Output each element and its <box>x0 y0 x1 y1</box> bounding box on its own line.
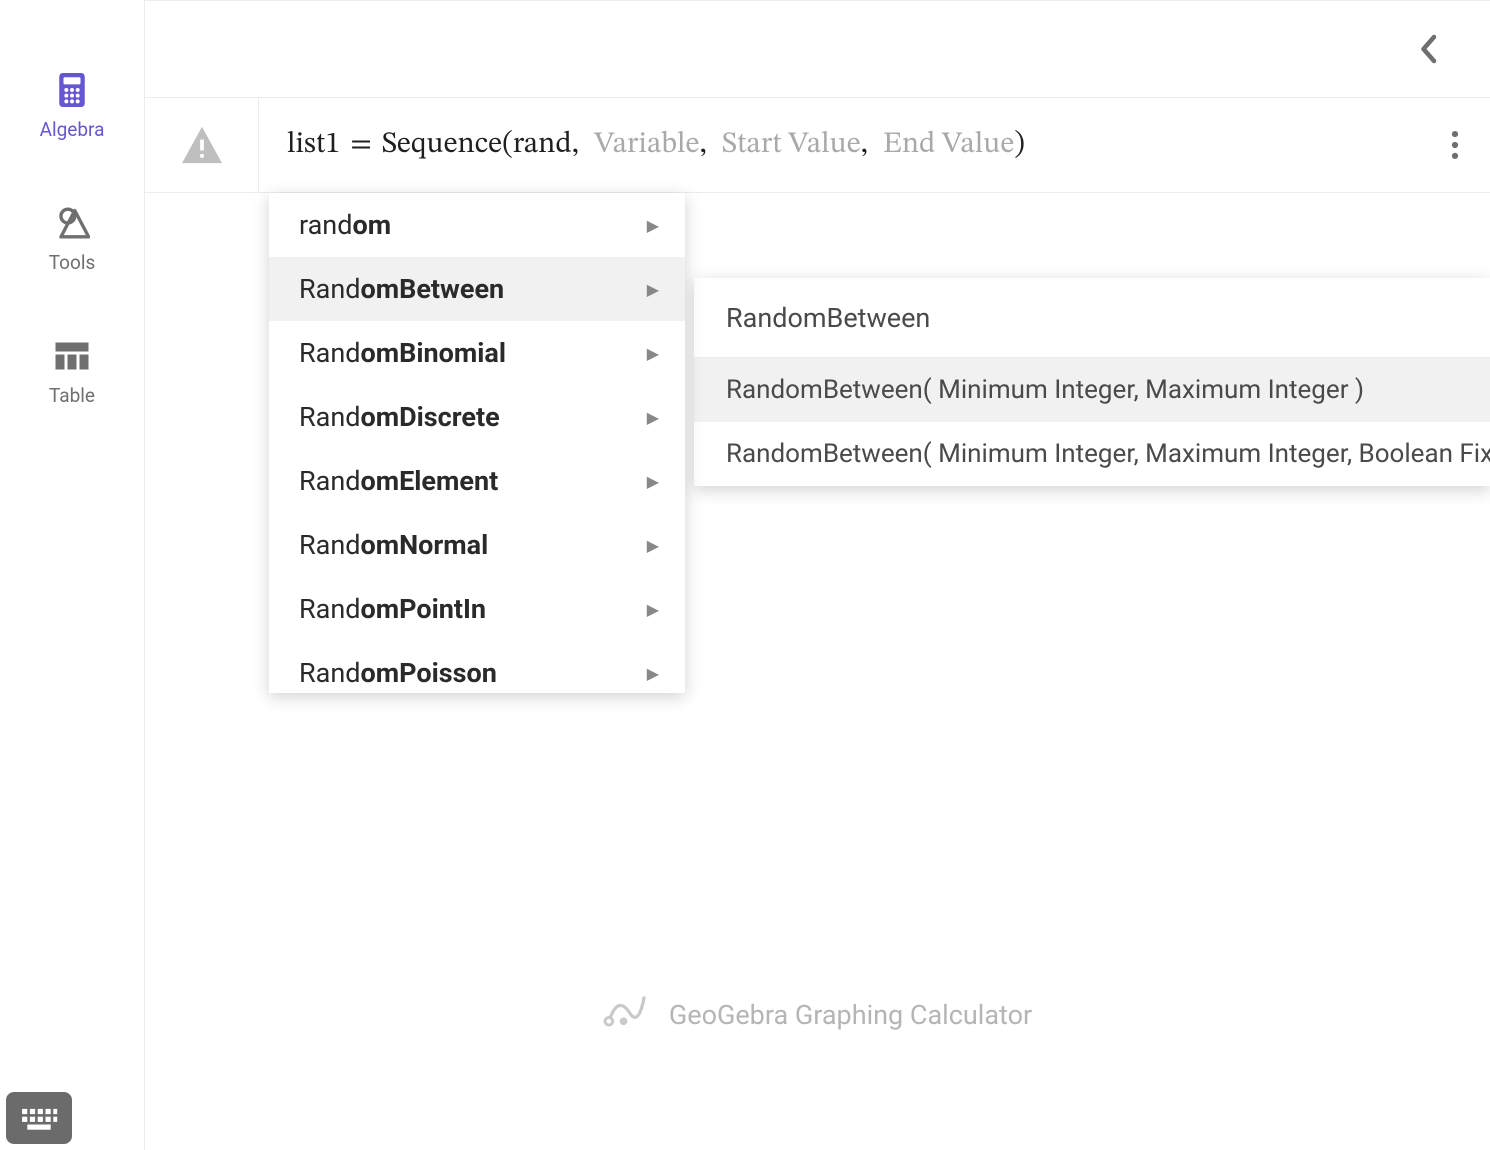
sidebar-item-algebra[interactable]: Algebra <box>0 72 144 141</box>
expr-comma: , <box>861 126 883 164</box>
warning-icon <box>180 125 224 165</box>
keyboard-icon <box>19 1105 59 1131</box>
autocomplete-item[interactable]: RandomBinomial ▶ <box>269 321 685 385</box>
autocomplete-item[interactable]: random ▶ <box>269 193 685 257</box>
virtual-keyboard-button[interactable] <box>6 1092 72 1144</box>
expr-comma: , <box>699 126 721 164</box>
expr-arg: rand <box>513 126 572 164</box>
chevron-right-icon: ▶ <box>647 280 659 299</box>
chevron-right-icon: ▶ <box>647 472 659 491</box>
more-vert-icon <box>1451 131 1459 159</box>
expr-close-paren: ) <box>1014 126 1025 164</box>
expr-arg-placeholder: Variable <box>594 126 699 164</box>
table-icon <box>54 338 90 374</box>
syntax-variant[interactable]: RandomBetween( Minimum Integer, Maximum … <box>694 358 1490 422</box>
chevron-right-icon: ▶ <box>647 216 659 235</box>
sidebar-item-table[interactable]: Table <box>0 338 144 407</box>
sidebar-item-label: Tools <box>49 251 96 274</box>
expression-input[interactable]: list1 = Sequence ( rand , Variable , Sta… <box>259 98 1420 192</box>
expr-fn: Sequence <box>382 126 502 164</box>
chevron-right-icon: ▶ <box>647 408 659 427</box>
autocomplete-item[interactable]: RandomDiscrete ▶ <box>269 385 685 449</box>
syntax-panel-title: RandomBetween <box>694 278 1490 358</box>
branding-text: GeoGebra Graphing Calculator <box>669 999 1032 1031</box>
chevron-right-icon: ▶ <box>647 664 659 683</box>
left-sidebar: Algebra Tools Table <box>0 0 145 1150</box>
calculator-icon <box>54 72 90 108</box>
branding: GeoGebra Graphing Calculator <box>145 989 1490 1040</box>
sidebar-item-tools[interactable]: Tools <box>0 205 144 274</box>
autocomplete-item[interactable]: RandomBetween ▶ <box>269 257 685 321</box>
syntax-variant[interactable]: RandomBetween( Minimum Integer, Maximum … <box>694 422 1490 486</box>
autocomplete-item[interactable]: RandomPoisson ▶ <box>269 641 685 693</box>
autocomplete-dropdown: random ▶ RandomBetween ▶ RandomBinomial … <box>269 193 685 693</box>
expr-comma: , <box>572 126 594 164</box>
chevron-right-icon: ▶ <box>647 536 659 555</box>
tools-icon <box>54 205 90 241</box>
panel-topbar <box>145 1 1490 97</box>
row-more-button[interactable] <box>1420 98 1490 192</box>
autocomplete-item[interactable]: RandomPointIn ▶ <box>269 577 685 641</box>
expr-arg-placeholder: Start Value <box>722 126 861 164</box>
expr-lhs: list1 <box>287 126 340 164</box>
row-status-marker[interactable] <box>145 98 259 192</box>
chevron-right-icon: ▶ <box>647 600 659 619</box>
expr-arg-placeholder: End Value <box>883 126 1014 164</box>
syntax-panel: RandomBetween RandomBetween( Minimum Int… <box>694 278 1490 486</box>
chevron-right-icon: ▶ <box>647 344 659 363</box>
expr-eq: = <box>340 126 382 164</box>
geogebra-logo-icon <box>603 989 647 1040</box>
chevron-left-icon <box>1417 34 1439 64</box>
expr-open-paren: ( <box>502 126 513 164</box>
sidebar-item-label: Algebra <box>40 118 105 141</box>
autocomplete-item[interactable]: RandomNormal ▶ <box>269 513 685 577</box>
autocomplete-item[interactable]: RandomElement ▶ <box>269 449 685 513</box>
collapse-panel-button[interactable] <box>1408 29 1448 69</box>
sidebar-item-label: Table <box>49 384 95 407</box>
expression-row: list1 = Sequence ( rand , Variable , Sta… <box>145 97 1490 193</box>
